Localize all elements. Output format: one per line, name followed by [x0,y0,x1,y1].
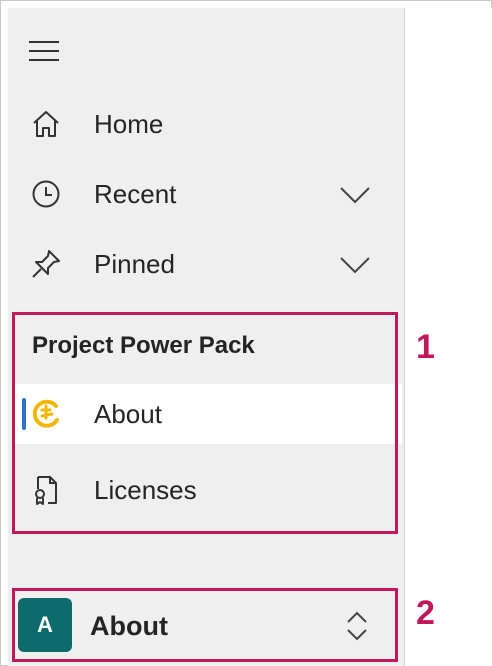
clock-icon [30,178,62,210]
annotation-box-1 [12,312,398,534]
nav-item-recent[interactable]: Recent [8,164,404,224]
nav-item-home-label: Home [94,109,164,139]
chevron-down-icon[interactable] [338,180,372,208]
annotation-number-2: 2 [416,594,435,632]
nav-item-pinned[interactable]: Pinned [8,234,404,294]
home-icon [30,108,62,140]
nav-item-pinned-label: Pinned [94,249,175,279]
nav-item-home[interactable]: Home [8,94,404,154]
nav-item-recent-label: Recent [94,179,177,209]
pin-icon [30,248,62,280]
chevron-down-icon[interactable] [338,250,372,278]
annotation-box-2 [12,588,398,662]
hamburger-menu-icon[interactable] [26,36,62,66]
annotation-number-1: 1 [416,328,435,366]
